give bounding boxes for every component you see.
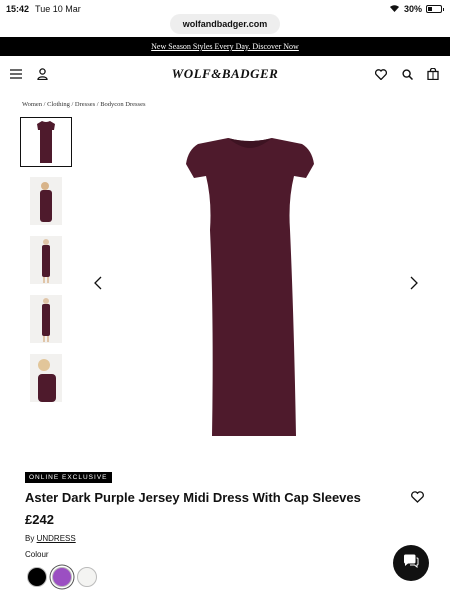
chat-icon: [403, 554, 419, 573]
breadcrumb[interactable]: Women / Clothing / Dresses / Bodycon Dre…: [22, 101, 146, 108]
heart-icon[interactable]: [411, 490, 424, 508]
colour-swatch-purple[interactable]: [52, 567, 72, 587]
site-header: WOLF&BADGER: [0, 60, 450, 88]
colour-swatch-black[interactable]: [27, 567, 47, 587]
wifi-icon: [389, 4, 400, 14]
promo-banner[interactable]: New Season Styles Every Day. Discover No…: [0, 37, 450, 56]
chat-button[interactable]: [393, 545, 429, 581]
brand-line: By UNDRESS: [25, 534, 76, 543]
brand-link[interactable]: UNDRESS: [37, 534, 76, 543]
dress-image: [186, 138, 314, 436]
chevron-right-icon[interactable]: [410, 276, 418, 293]
colour-label: Colour: [25, 550, 49, 559]
online-exclusive-badge: ONLINE EXCLUSIVE: [25, 472, 112, 483]
bag-icon[interactable]: [424, 65, 442, 83]
search-icon[interactable]: [398, 65, 416, 83]
thumbnail-list: [20, 117, 72, 412]
thumbnail-3[interactable]: [20, 235, 72, 285]
battery-icon: [426, 5, 442, 13]
product-main-image[interactable]: [110, 120, 390, 450]
colour-swatch-white[interactable]: [77, 567, 97, 587]
promo-link[interactable]: New Season Styles Every Day. Discover No…: [151, 42, 299, 51]
model-photo: [30, 177, 62, 225]
address-bar[interactable]: wolfandbadger.com: [170, 14, 280, 34]
brand-prefix: By: [25, 534, 35, 543]
heart-icon[interactable]: [372, 65, 390, 83]
model-photo: [30, 236, 62, 284]
thumbnail-2[interactable]: [20, 176, 72, 226]
thumbnail-4[interactable]: [20, 294, 72, 344]
url-text: wolfandbadger.com: [182, 19, 268, 29]
thumbnail-5[interactable]: [20, 353, 72, 403]
status-date: Tue 10 Mar: [35, 4, 81, 14]
chevron-left-icon[interactable]: [94, 276, 102, 293]
product-price: £242: [25, 512, 54, 527]
dress-thumbnail-image: [37, 121, 55, 163]
thumbnail-1[interactable]: [20, 117, 72, 167]
battery-percent: 30%: [403, 4, 422, 14]
product-title: Aster Dark Purple Jersey Midi Dress With…: [25, 490, 361, 505]
model-photo: [30, 295, 62, 343]
model-photo: [30, 354, 62, 402]
status-time: 15:42: [6, 4, 30, 14]
colour-swatches: [27, 567, 97, 587]
